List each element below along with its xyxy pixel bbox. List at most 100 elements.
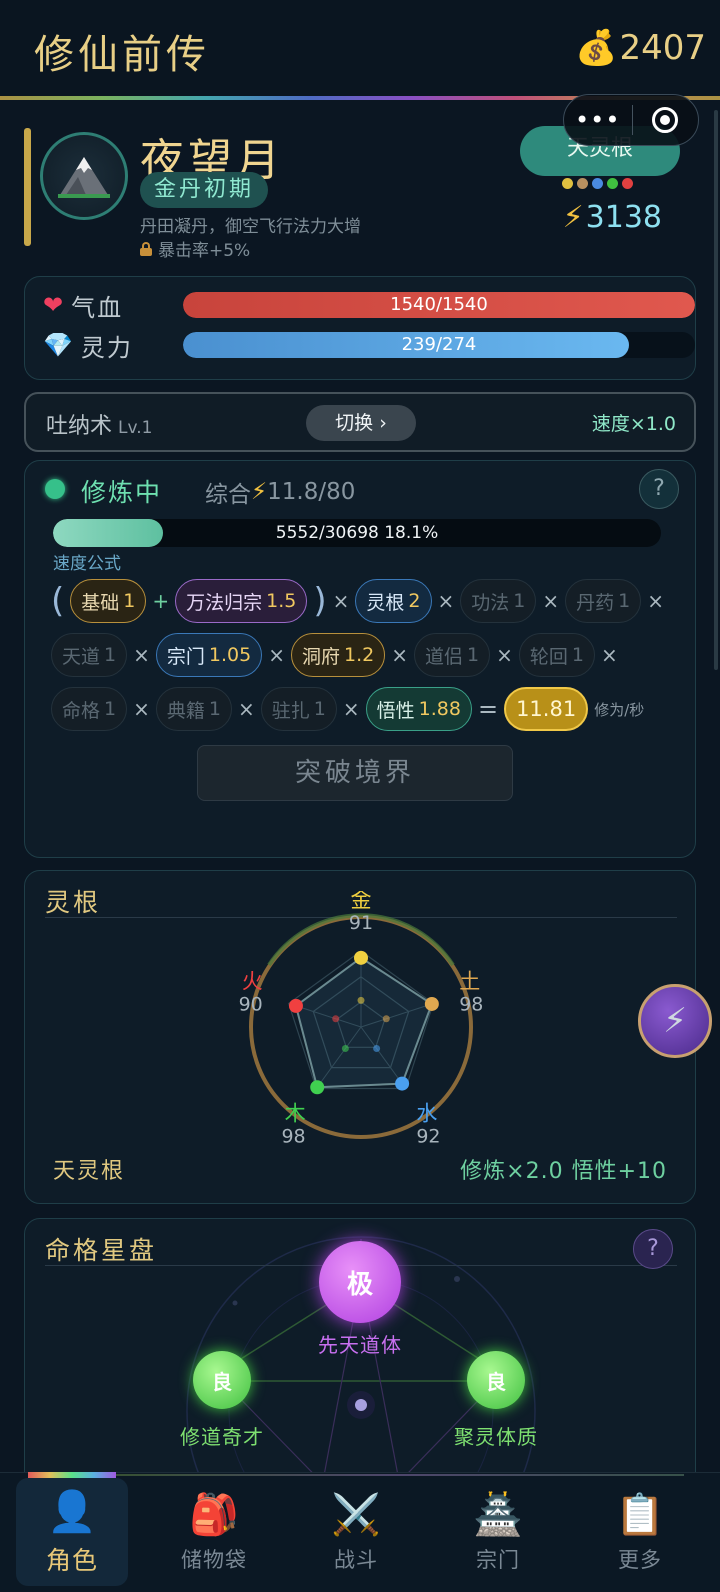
factor-station[interactable]: 驻扎 1 — [260, 687, 337, 731]
fate-node-left[interactable]: 良 — [193, 1351, 251, 1409]
factor-fate[interactable]: 命格 1 — [51, 687, 128, 731]
experience-value: 5552/30698 18.1% — [275, 523, 439, 543]
radar-point-金 — [354, 950, 368, 965]
root-element-dots — [562, 178, 633, 189]
fate-node-right[interactable]: 良 — [467, 1351, 525, 1409]
factor-label: 悟性 — [376, 699, 415, 722]
formula-row-1: ( 基础 1 + 万法归宗 1.5 ) × 灵根 2 × 功法 1 × 丹药 1 × — [51, 579, 664, 623]
radar-point-火 — [288, 998, 303, 1013]
element-dot — [577, 178, 588, 189]
factor-base[interactable]: 基础 1 — [70, 579, 147, 623]
element-dot — [562, 178, 573, 189]
factor-label: 万法归宗 — [186, 591, 263, 614]
stats-panel: ❤ 气血 1540/1540 💎 灵力 239/274 — [24, 276, 696, 380]
tab-label: 角色 — [45, 1546, 98, 1575]
factor-cycle[interactable]: 轮回 1 — [518, 633, 595, 677]
tab-sect[interactable]: 🏯 宗门 — [442, 1478, 554, 1586]
times-operator: × — [600, 643, 618, 667]
realm-bonus: 暴击率+5% — [140, 236, 250, 261]
fate-node-left-label: 修道奇才 — [180, 1425, 264, 1449]
realm-description: 丹田凝丹，御空飞行法力大增 — [140, 217, 361, 237]
total-speed: 综合 ⚡ 11.8/80 — [205, 475, 355, 509]
hp-label: 气血 — [71, 293, 124, 322]
experience-bar: 5552/30698 18.1% — [53, 519, 661, 547]
radar-inner-dot — [332, 1015, 340, 1023]
cultivation-panel: 修炼中 综合 ⚡ 11.8/80 ? 5552/30698 18.1% 速度公式… — [24, 460, 696, 858]
cultivation-help-button[interactable]: ? — [639, 469, 679, 509]
radar-label-土: 土 — [459, 970, 480, 994]
factor-label: 命格 — [62, 699, 101, 722]
breathing-technique-name: 吐纳术 Lv.1 — [46, 408, 152, 440]
more-menu-button[interactable]: ••• — [564, 106, 632, 134]
gold-display[interactable]: 💰 2407 — [575, 28, 706, 68]
factor-value: 1.05 — [208, 644, 252, 666]
tab-more[interactable]: 📋 更多 — [584, 1478, 696, 1586]
factor-label: 典籍 — [166, 699, 205, 722]
tab-label: 战斗 — [334, 1548, 378, 1572]
radar-inner-dot — [373, 1045, 381, 1053]
factor-value: 1.88 — [418, 698, 461, 720]
total-speed-label: 综合 — [205, 482, 251, 508]
factor-sect[interactable]: 宗门 1.05 — [155, 633, 263, 677]
hp-value: 1540/1540 — [390, 294, 488, 315]
realm-badge: 金丹初期 — [140, 172, 269, 208]
formula-row-2: 天道 1 × 宗门 1.05 × 洞府 1.2 × 道侣 1 × 轮回 1 × — [51, 633, 618, 677]
factor-label: 道侣 — [424, 645, 463, 668]
factor-pill[interactable]: 丹药 1 — [565, 579, 642, 623]
factor-value: 1 — [466, 644, 480, 666]
factor-skill[interactable]: 功法 1 — [460, 579, 537, 623]
lightning-icon: ⚡ — [251, 479, 268, 505]
radar-label-金: 金 — [351, 891, 372, 912]
radar-value-金: 91 — [349, 912, 373, 934]
factor-cave[interactable]: 洞府 1.2 — [290, 633, 386, 677]
tab-storage-bag[interactable]: 🎒 储物袋 — [158, 1478, 270, 1586]
factor-root[interactable]: 灵根 2 — [355, 579, 432, 623]
mp-row: 💎 灵力 239/274 — [43, 329, 695, 362]
spirit-root-radar: 金91土98水92木98火90 — [239, 891, 484, 1147]
element-dot — [607, 178, 618, 189]
open-paren: ( — [51, 581, 65, 621]
hp-row: ❤ 气血 1540/1540 — [43, 289, 695, 322]
factor-heaven[interactable]: 天道 1 — [51, 633, 128, 677]
factor-books[interactable]: 典籍 1 — [155, 687, 232, 731]
radar-point-木 — [310, 1080, 325, 1095]
fate-node-top-label: 先天道体 — [318, 1333, 402, 1357]
radar-value-土: 98 — [459, 994, 483, 1016]
switch-technique-button[interactable]: 切换 › — [306, 405, 416, 441]
times-operator: × — [133, 697, 150, 721]
times-operator: × — [237, 697, 255, 721]
total-speed-value: 11.8/80 — [267, 479, 356, 505]
radar-point-水 — [395, 1076, 410, 1091]
factor-value: 1 — [208, 698, 221, 720]
scrollbar[interactable] — [714, 110, 718, 670]
fate-title: 命格星盘 — [45, 1236, 158, 1265]
factor-method[interactable]: 万法归宗 1.5 — [175, 579, 308, 623]
profile-accent-bar — [24, 128, 31, 246]
lock-icon — [140, 241, 152, 256]
factor-label: 丹药 — [576, 591, 615, 614]
avatar[interactable] — [40, 132, 128, 220]
heart-icon: ❤ — [43, 291, 64, 319]
tab-battle[interactable]: ⚔️ 战斗 — [300, 1478, 412, 1586]
gold-amount: 2407 — [619, 28, 706, 68]
factor-value: 1 — [313, 698, 326, 720]
fate-help-button[interactable]: ? — [633, 1229, 673, 1269]
times-operator: × — [542, 589, 560, 613]
plus-operator: + — [152, 589, 170, 613]
factor-partner[interactable]: 道侣 1 — [413, 633, 491, 677]
lightning-fab-button[interactable]: ⚡ — [638, 984, 712, 1058]
times-operator: × — [342, 697, 360, 721]
factor-label: 天道 — [62, 645, 101, 668]
radar-value-火: 90 — [239, 994, 263, 1016]
fate-node-top[interactable]: 极 — [319, 1241, 401, 1323]
close-miniprogram-button[interactable] — [633, 107, 699, 133]
times-operator: × — [133, 643, 150, 667]
tab-label: 宗门 — [476, 1548, 520, 1572]
tab-character[interactable]: 👤 角色 — [16, 1478, 128, 1586]
breakthrough-button[interactable]: 突破境界 — [197, 745, 513, 801]
times-operator: × — [647, 589, 665, 613]
factor-insight[interactable]: 悟性 1.88 — [365, 687, 472, 731]
mp-bar: 239/274 — [183, 332, 695, 358]
lightning-icon: ⚡ — [562, 200, 584, 235]
combat-power: ⚡ 3138 — [563, 200, 662, 235]
